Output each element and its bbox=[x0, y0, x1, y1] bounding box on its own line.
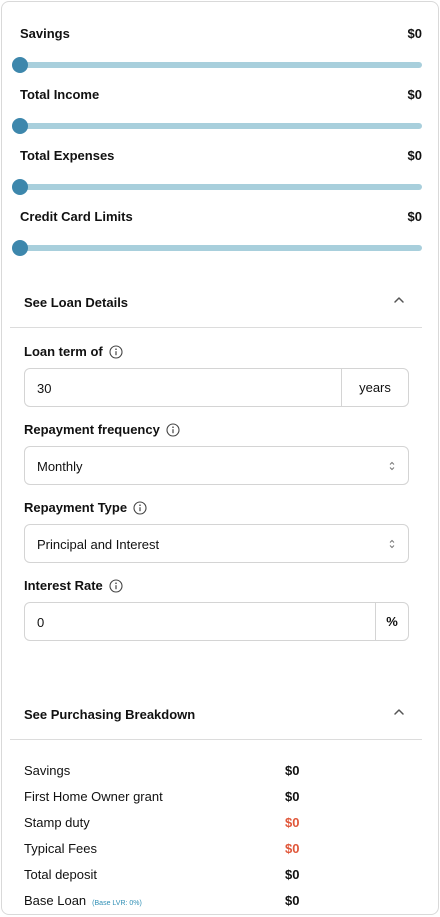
total-income-slider-row: Total Income $0 bbox=[20, 87, 422, 102]
interest-rate-label: Interest Rate bbox=[24, 578, 103, 593]
breakdown-amount: $0 bbox=[285, 867, 300, 882]
breakdown-label: Base Loan bbox=[24, 893, 87, 908]
slider-track[interactable] bbox=[12, 62, 422, 68]
interest-rate-suffix: % bbox=[375, 603, 408, 640]
total-income-value: $0 bbox=[407, 87, 422, 102]
breakdown-row-first-home-owner-grant: First Home Owner grant $0 bbox=[24, 789, 314, 807]
repayment-frequency-label-row: Repayment frequency bbox=[24, 422, 180, 437]
info-icon[interactable] bbox=[133, 500, 147, 515]
repayment-type-label: Repayment Type bbox=[24, 500, 128, 515]
breakdown-amount: $0 bbox=[285, 893, 300, 908]
purchasing-breakdown-title: See Purchasing Breakdown bbox=[24, 707, 196, 722]
info-icon[interactable] bbox=[166, 422, 180, 437]
loan-details-toggle[interactable]: See Loan Details bbox=[10, 278, 422, 328]
breakdown-row-total-deposit: Total deposit $0 bbox=[24, 867, 314, 885]
slider-track[interactable] bbox=[12, 184, 422, 190]
slider-track[interactable] bbox=[12, 123, 422, 129]
breakdown-row-typical-fees: Typical Fees $0 bbox=[24, 841, 314, 859]
breakdown-row-stamp-duty: Stamp duty $0 bbox=[24, 815, 314, 833]
purchasing-breakdown-toggle[interactable]: See Purchasing Breakdown bbox=[10, 690, 422, 740]
repayment-frequency-value[interactable]: Monthly bbox=[37, 459, 83, 474]
total-expenses-label: Total Expenses bbox=[20, 148, 115, 163]
interest-rate-value[interactable]: 0 bbox=[37, 615, 44, 630]
credit-card-limits-slider[interactable] bbox=[12, 239, 422, 259]
slider-thumb[interactable] bbox=[12, 179, 28, 195]
loan-term-value[interactable]: 30 bbox=[37, 381, 51, 396]
breakdown-amount: $0 bbox=[285, 815, 300, 830]
loan-term-input[interactable]: 30 years bbox=[24, 368, 409, 407]
savings-value: $0 bbox=[407, 26, 422, 41]
repayment-frequency-select[interactable]: Monthly bbox=[24, 446, 409, 485]
chevron-up-icon[interactable] bbox=[392, 293, 406, 307]
calculator-card: Savings $0 Total Income $0 Total Expense… bbox=[1, 1, 439, 915]
total-expenses-slider[interactable] bbox=[12, 178, 422, 198]
loan-term-label-row: Loan term of bbox=[24, 344, 123, 359]
breakdown-row-base-loan: Base Loan (Base LVR: 0%) $0 bbox=[24, 893, 314, 911]
repayment-type-label-row: Repayment Type bbox=[24, 500, 147, 515]
total-income-slider[interactable] bbox=[12, 117, 422, 137]
select-caret-icon[interactable] bbox=[388, 460, 396, 472]
repayment-type-value[interactable]: Principal and Interest bbox=[37, 537, 159, 552]
credit-card-limits-label: Credit Card Limits bbox=[20, 209, 133, 224]
breakdown-label: Savings bbox=[24, 763, 71, 778]
total-expenses-slider-row: Total Expenses $0 bbox=[20, 148, 422, 163]
slider-thumb[interactable] bbox=[12, 57, 28, 73]
info-icon[interactable] bbox=[109, 344, 123, 359]
breakdown-label: Stamp duty bbox=[24, 815, 90, 830]
breakdown-amount: $0 bbox=[285, 841, 300, 856]
info-icon[interactable] bbox=[109, 578, 123, 593]
interest-rate-label-row: Interest Rate bbox=[24, 578, 123, 593]
slider-thumb[interactable] bbox=[12, 240, 28, 256]
breakdown-label: Total deposit bbox=[24, 867, 97, 882]
breakdown-amount: $0 bbox=[285, 763, 300, 778]
breakdown-row-savings: Savings $0 bbox=[24, 763, 314, 781]
credit-card-limits-slider-row: Credit Card Limits $0 bbox=[20, 209, 422, 224]
total-income-label: Total Income bbox=[20, 87, 100, 102]
chevron-up-icon[interactable] bbox=[392, 705, 406, 719]
breakdown-amount: $0 bbox=[285, 789, 300, 804]
repayment-frequency-label: Repayment frequency bbox=[24, 422, 160, 437]
loan-term-label: Loan term of bbox=[24, 344, 103, 359]
credit-card-limits-value: $0 bbox=[407, 209, 422, 224]
loan-details-title: See Loan Details bbox=[24, 295, 129, 310]
base-lvr-note: (Base LVR: 0%) bbox=[92, 900, 142, 907]
repayment-type-select[interactable]: Principal and Interest bbox=[24, 524, 409, 563]
select-caret-icon[interactable] bbox=[388, 538, 396, 550]
total-expenses-value: $0 bbox=[407, 148, 422, 163]
savings-label: Savings bbox=[20, 26, 70, 41]
savings-slider-row: Savings $0 bbox=[20, 26, 422, 41]
breakdown-label: Typical Fees bbox=[24, 841, 97, 856]
breakdown-label: First Home Owner grant bbox=[24, 789, 163, 804]
slider-thumb[interactable] bbox=[12, 118, 28, 134]
loan-term-suffix: years bbox=[341, 369, 408, 406]
interest-rate-input[interactable]: 0 % bbox=[24, 602, 409, 641]
breakdown-label-wrap: Base Loan (Base LVR: 0%) bbox=[24, 893, 142, 908]
slider-track[interactable] bbox=[12, 245, 422, 251]
savings-slider[interactable] bbox=[12, 56, 422, 76]
